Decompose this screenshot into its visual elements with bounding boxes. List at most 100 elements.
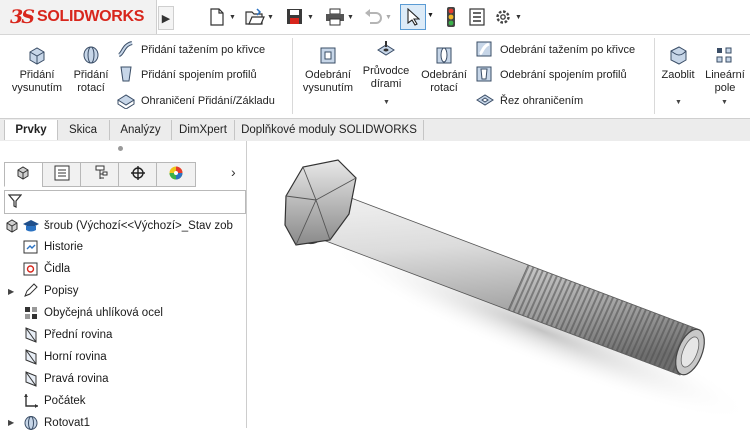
crosshair-icon <box>129 165 147 184</box>
tab-dimxpert[interactable]: DimXpert <box>172 120 235 140</box>
plane-icon <box>22 370 40 388</box>
linear-pattern-icon <box>714 45 736 69</box>
swept-cut-label: Odebrání tažením po křivce <box>500 44 636 56</box>
revolve-icon <box>22 414 40 432</box>
save-button[interactable]: ▼ <box>284 4 314 30</box>
fillet-label: Zaoblit <box>661 69 695 81</box>
boundary-cut-icon <box>475 91 495 112</box>
origin-icon <box>22 392 40 410</box>
property-list-icon <box>53 165 71 184</box>
select-pointer-icon <box>402 6 424 28</box>
swept-boss-icon <box>116 40 136 61</box>
menu-expand-arrow-icon[interactable]: ▶ <box>158 6 174 30</box>
tree-root-label: šroub (Výchozí<<Výchozí>_Stav zob <box>44 220 233 232</box>
tree-item-horni-rovina[interactable]: Horní rovina <box>22 347 107 367</box>
history-icon <box>22 238 40 256</box>
expand-arrow-icon[interactable]: ▶ <box>8 418 14 427</box>
tree-item-label: Obyčejná uhlíková ocel <box>44 307 163 319</box>
panel-grip-handle[interactable] <box>118 146 123 151</box>
lofted-cut-label: Odebrání spojením profilů <box>500 69 627 81</box>
tab-prvky[interactable]: Prvky <box>4 120 58 140</box>
tree-item-prava-rovina[interactable]: Pravá rovina <box>22 369 109 389</box>
lofted-cut-button[interactable]: Odebrání spojením profilů <box>475 65 627 85</box>
fillet-icon <box>667 45 689 69</box>
feature-tree-filter[interactable] <box>4 190 246 214</box>
linear-pattern-label: Lineární pole <box>705 69 745 94</box>
bolt-model[interactable] <box>247 141 750 428</box>
property-manager-tab[interactable] <box>42 162 82 187</box>
undo-button[interactable]: ▼ <box>362 4 392 30</box>
revolved-cut-button[interactable]: Odebrání rotací <box>416 45 472 95</box>
expand-arrow-icon[interactable]: ▶ <box>8 287 14 296</box>
lofted-boss-label: Přidání spojením profilů <box>141 69 257 81</box>
boundary-boss-button[interactable]: Ohraničení Přidání/Základu <box>116 91 275 111</box>
lofted-boss-icon <box>116 65 136 86</box>
swept-boss-button[interactable]: Přidání tažením po křivce <box>116 40 265 60</box>
tree-item-rotovat1[interactable]: Rotovat1 <box>22 413 90 433</box>
revolved-boss-button[interactable]: Přidání rotací <box>68 45 114 95</box>
tab-analyzy[interactable]: Analýzy <box>110 120 172 140</box>
configuration-icon <box>91 165 109 184</box>
extruded-cut-button[interactable]: Odebrání vysunutím <box>296 45 360 95</box>
display-manager-tab[interactable] <box>156 162 196 187</box>
boundary-boss-label: Ohraničení Přidání/Základu <box>141 95 275 107</box>
tree-item-popisy[interactable]: Popisy <box>22 281 79 301</box>
hole-wizard-icon <box>375 41 397 65</box>
extruded-boss-button[interactable]: Přidání vysunutím <box>6 45 68 95</box>
plane-icon <box>22 326 40 344</box>
tree-item-pocatek[interactable]: Počátek <box>22 391 86 411</box>
fillet-dropdown-icon[interactable]: ▼ <box>675 99 682 106</box>
tree-root-part[interactable]: šroub (Výchozí<<Výchozí>_Stav zob <box>4 216 233 236</box>
tree-item-predni-rovina[interactable]: Přední rovina <box>22 325 112 345</box>
file-properties-button[interactable] <box>466 4 488 30</box>
hole-wizard-dropdown-icon[interactable]: ▼ <box>383 99 390 106</box>
tab-doplnkove-moduly[interactable]: Doplňkové moduly SOLIDWORKS <box>235 120 424 140</box>
linear-pattern-button[interactable]: Lineární pole <box>700 45 750 95</box>
tree-item-label: Popisy <box>44 285 79 297</box>
tree-item-cidla[interactable]: Čidla <box>22 259 70 279</box>
tree-item-label: Rotovat1 <box>44 417 91 429</box>
swept-cut-button[interactable]: Odebrání tažením po křivce <box>475 40 635 60</box>
lofted-boss-button[interactable]: Přidání spojením profilů <box>116 65 257 85</box>
options-button[interactable]: ▼ <box>492 4 522 30</box>
print-button[interactable]: ▼ <box>324 4 354 30</box>
boundary-cut-button[interactable]: Řez ohraničením <box>475 91 583 111</box>
tree-item-label: Čidla <box>44 263 71 275</box>
file-properties-icon <box>466 6 488 28</box>
hole-wizard-button[interactable]: Průvodce dírami <box>358 41 414 91</box>
ribbon-separator <box>654 38 655 114</box>
select-button[interactable] <box>400 4 426 30</box>
new-document-button[interactable]: ▼ <box>206 4 236 30</box>
configuration-manager-tab[interactable] <box>80 162 120 187</box>
tree-item-label: Přední rovina <box>44 329 113 341</box>
extruded-cut-label: Odebrání vysunutím <box>302 69 354 94</box>
logo-prefix: 3S <box>10 6 35 28</box>
more-tabs-arrow-icon[interactable]: › <box>231 164 236 180</box>
revolved-boss-label: Přidání rotací <box>73 69 109 94</box>
undo-icon <box>362 6 384 28</box>
manager-tabs <box>4 162 244 187</box>
options-gear-icon <box>492 6 514 28</box>
tree-item-historie[interactable]: Historie <box>22 237 83 257</box>
tree-item-label: Pravá rovina <box>44 373 109 385</box>
swept-cut-icon <box>475 40 495 61</box>
solidworks-logo[interactable]: 3S SOLIDWORKS <box>0 0 157 34</box>
feature-manager-tab[interactable] <box>4 162 44 187</box>
command-manager-tabs: Prvky Skica Analýzy DimXpert Doplňkové m… <box>0 118 750 142</box>
sensor-icon <box>22 260 40 278</box>
open-button[interactable]: ▼ <box>244 4 274 30</box>
tab-skica[interactable]: Skica <box>57 120 110 140</box>
filter-icon <box>7 193 23 212</box>
linear-pattern-dropdown-icon[interactable]: ▼ <box>721 99 728 106</box>
plane-icon <box>22 348 40 366</box>
select-dropdown-icon[interactable]: ▼ <box>427 12 434 19</box>
boundary-cut-label: Řez ohraničením <box>500 95 584 107</box>
rebuild-button[interactable] <box>440 4 462 30</box>
dimxpert-manager-tab[interactable] <box>118 162 158 187</box>
extruded-boss-label: Přidání vysunutím <box>11 69 63 94</box>
fillet-button[interactable]: Zaoblit <box>657 45 699 82</box>
graphics-area[interactable] <box>247 141 750 428</box>
new-document-icon <box>206 6 228 28</box>
command-manager: Přidání vysunutím Přidání rotací Přidání… <box>0 35 750 117</box>
tree-item-material[interactable]: Obyčejná uhlíková ocel <box>22 303 163 323</box>
